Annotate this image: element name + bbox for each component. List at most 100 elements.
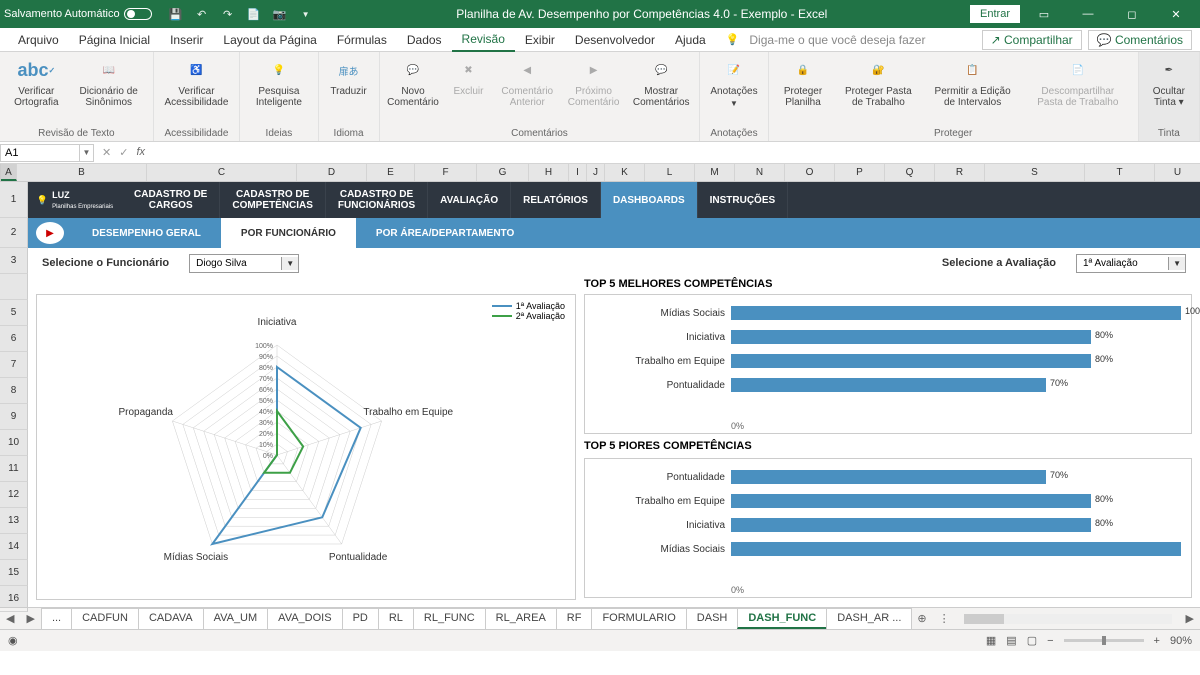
sheet-tab[interactable]: DASH_AR ...	[826, 608, 912, 629]
tab-dados[interactable]: Dados	[397, 29, 452, 51]
tab-inserir[interactable]: Inserir	[160, 29, 213, 51]
translate-button[interactable]: 扉あTraduzir	[325, 54, 373, 99]
subnav-item[interactable]: DESEMPENHO GERAL	[72, 218, 221, 248]
ribbon-display-icon[interactable]: ▭	[1024, 0, 1064, 28]
row-header[interactable]: 14	[0, 534, 28, 560]
sheet-tab[interactable]: CADAVA	[138, 608, 204, 629]
sheet-tab[interactable]: RF	[556, 608, 593, 629]
tab-layout[interactable]: Layout da Página	[213, 29, 326, 51]
column-header[interactable]: H	[529, 164, 569, 181]
horizontal-scrollbar[interactable]	[964, 614, 1172, 624]
topnav-item[interactable]: CADASTRO DECARGOS	[122, 182, 220, 218]
accept-formula-icon[interactable]: ✓	[119, 146, 128, 159]
save-icon[interactable]: 💾	[168, 6, 184, 22]
play-icon[interactable]: ▶	[36, 222, 64, 244]
topnav-item[interactable]: DASHBOARDS	[601, 182, 698, 218]
zoom-level[interactable]: 90%	[1170, 635, 1192, 647]
tab-desenvolvedor[interactable]: Desenvolvedor	[565, 29, 665, 51]
topnav-item[interactable]: CADASTRO DEFUNCIONÁRIOS	[326, 182, 428, 218]
fx-icon[interactable]: fx	[136, 146, 145, 159]
column-header[interactable]: N	[735, 164, 785, 181]
column-header[interactable]: U	[1155, 164, 1200, 181]
column-header[interactable]: O	[785, 164, 835, 181]
subnav-item[interactable]: POR FUNCIONÁRIO	[221, 218, 356, 248]
sheet-tab[interactable]: RL	[378, 608, 414, 629]
view-pagebreak-icon[interactable]: ▢	[1027, 634, 1037, 647]
close-icon[interactable]: ✕	[1156, 0, 1196, 28]
tab-ajuda[interactable]: Ajuda	[665, 29, 716, 51]
row-header[interactable]: 8	[0, 378, 28, 404]
column-header[interactable]: C	[147, 164, 297, 181]
hide-ink-button[interactable]: ✒Ocultar Tinta ▾	[1145, 54, 1193, 110]
column-header[interactable]: P	[835, 164, 885, 181]
row-header[interactable]: 9	[0, 404, 28, 430]
topnav-item[interactable]: INSTRUÇÕES	[698, 182, 789, 218]
tab-formulas[interactable]: Fórmulas	[327, 29, 397, 51]
funcionario-dropdown[interactable]: Diogo Silva▼	[189, 254, 299, 273]
tell-me-input[interactable]: Diga-me o que você deseja fazer	[739, 29, 935, 51]
sheet-nav-prev-icon[interactable]: ◀	[0, 612, 20, 625]
row-header[interactable]: 7	[0, 352, 28, 378]
undo-icon[interactable]: ↶	[194, 6, 210, 22]
signin-button[interactable]: Entrar	[970, 5, 1020, 23]
tab-revisao[interactable]: Revisão	[452, 28, 515, 52]
row-header[interactable]: 6	[0, 326, 28, 352]
column-header[interactable]: G	[477, 164, 529, 181]
sheet-tab[interactable]: RL_FUNC	[413, 608, 486, 629]
sheet-tab[interactable]: RL_AREA	[485, 608, 557, 629]
sheet-tab[interactable]: CADFUN	[71, 608, 139, 629]
column-header[interactable]: F	[415, 164, 477, 181]
row-header[interactable]: 3	[0, 248, 28, 274]
worksheet[interactable]: 💡LUZPlanilhas Empresariais CADASTRO DECA…	[28, 182, 1200, 607]
subnav-item[interactable]: POR ÁREA/DEPARTAMENTO	[356, 218, 534, 248]
column-header[interactable]: D	[297, 164, 367, 181]
smart-lookup-button[interactable]: 💡Pesquisa Inteligente	[246, 54, 311, 110]
topnav-item[interactable]: AVALIAÇÃO	[428, 182, 511, 218]
maximize-icon[interactable]: ◻	[1112, 0, 1152, 28]
thesaurus-button[interactable]: 📖Dicionário de Sinônimos	[71, 54, 147, 110]
sheet-tab[interactable]: AVA_DOIS	[267, 608, 342, 629]
tab-inicio[interactable]: Página Inicial	[69, 29, 160, 51]
column-header[interactable]: T	[1085, 164, 1155, 181]
record-macro-icon[interactable]: ◉	[8, 634, 18, 647]
sheet-tab[interactable]: DASH	[686, 608, 739, 629]
row-header[interactable]: 10	[0, 430, 28, 456]
auto-save-toggle[interactable]: Salvamento Automático	[4, 8, 152, 20]
redo-icon[interactable]: ↷	[220, 6, 236, 22]
allow-edit-ranges-button[interactable]: 📋Permitir a Edição de Intervalos	[925, 54, 1020, 110]
sheet-nav-next-icon[interactable]: ▶	[20, 612, 40, 625]
row-header[interactable]: 1	[0, 182, 28, 218]
accessibility-button[interactable]: ♿Verificar Acessibilidade	[160, 54, 233, 110]
name-box-dropdown[interactable]: ▼	[80, 144, 94, 162]
row-header[interactable]: 5	[0, 300, 28, 326]
column-header[interactable]: Q	[885, 164, 935, 181]
row-header[interactable]	[0, 274, 28, 300]
notes-button[interactable]: 📝Anotações▼	[706, 54, 761, 110]
avaliacao-dropdown[interactable]: 1ª Avaliação▼	[1076, 254, 1186, 273]
tab-exibir[interactable]: Exibir	[515, 29, 565, 51]
column-header[interactable]: S	[985, 164, 1085, 181]
view-layout-icon[interactable]: ▤	[1006, 634, 1016, 647]
comments-button[interactable]: 💬 Comentários	[1088, 30, 1192, 50]
minimize-icon[interactable]: —	[1068, 0, 1108, 28]
row-header[interactable]: 11	[0, 456, 28, 482]
column-header[interactable]: B	[17, 164, 147, 181]
row-header[interactable]: 16	[0, 586, 28, 612]
sheet-tab[interactable]: PD	[342, 608, 379, 629]
cancel-formula-icon[interactable]: ✕	[102, 146, 111, 159]
sheet-tab[interactable]: DASH_FUNC	[737, 608, 827, 629]
sheet-tab[interactable]: ...	[41, 608, 72, 629]
qat-dropdown-icon[interactable]: ▼	[298, 6, 314, 22]
sheet-tab[interactable]: FORMULARIO	[591, 608, 686, 629]
row-header[interactable]: 15	[0, 560, 28, 586]
zoom-out-icon[interactable]: −	[1047, 635, 1053, 647]
row-header[interactable]: 2	[0, 218, 28, 248]
touch-icon[interactable]: 📄	[246, 6, 262, 22]
column-header[interactable]: J	[587, 164, 605, 181]
column-header[interactable]: I	[569, 164, 587, 181]
new-comment-button[interactable]: 💬Novo Comentário	[386, 54, 441, 110]
row-header[interactable]: 13	[0, 508, 28, 534]
column-header[interactable]: E	[367, 164, 415, 181]
protect-sheet-button[interactable]: 🔒Proteger Planilha	[775, 54, 832, 110]
share-button[interactable]: ↗ Compartilhar	[982, 30, 1082, 50]
